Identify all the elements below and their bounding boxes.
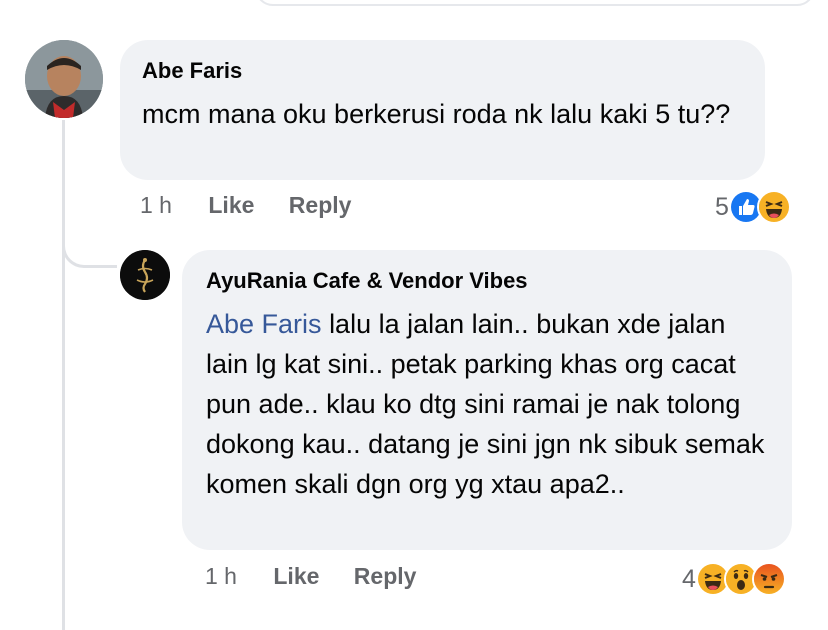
reply-button[interactable]: Reply — [289, 192, 352, 218]
person-avatar-icon — [25, 40, 103, 118]
reaction-count: 4 — [682, 564, 696, 593]
reply-author[interactable]: AyuRania Cafe & Vendor Vibes — [206, 268, 768, 294]
like-button[interactable]: Like — [208, 192, 254, 218]
comment-actions: 1 h Like Reply — [140, 192, 379, 219]
like-button[interactable]: Like — [273, 563, 319, 589]
haha-icon — [756, 190, 791, 224]
comment-author[interactable]: Abe Faris — [142, 58, 743, 84]
reply-text: Abe Faris lalu la jalan lain.. bukan xde… — [206, 304, 768, 504]
reaction-summary[interactable]: 5 — [715, 190, 791, 224]
avatar-abe-faris[interactable] — [25, 40, 103, 118]
previous-comment-input-edge — [255, 0, 815, 6]
angry-icon — [751, 562, 786, 596]
mention-link[interactable]: Abe Faris — [206, 309, 322, 339]
comment-text: mcm mana oku berkerusi roda nk lalu kaki… — [142, 99, 731, 129]
reply-button[interactable]: Reply — [354, 563, 417, 589]
reply-bubble: AyuRania Cafe & Vendor Vibes Abe Faris l… — [182, 250, 792, 550]
avatar-ayurania[interactable] — [120, 250, 170, 300]
reply-connector — [62, 210, 117, 268]
comment-timestamp[interactable]: 1 h — [140, 192, 172, 218]
comment-bubble: Abe Faris mcm mana oku berkerusi roda nk… — [120, 40, 765, 180]
reaction-count: 5 — [715, 192, 729, 221]
reply-timestamp[interactable]: 1 h — [205, 563, 237, 589]
logo-icon — [120, 250, 170, 300]
reaction-summary[interactable]: 4 — [682, 562, 786, 596]
reply-actions: 1 h Like Reply — [205, 563, 444, 590]
thread-line — [62, 120, 65, 630]
